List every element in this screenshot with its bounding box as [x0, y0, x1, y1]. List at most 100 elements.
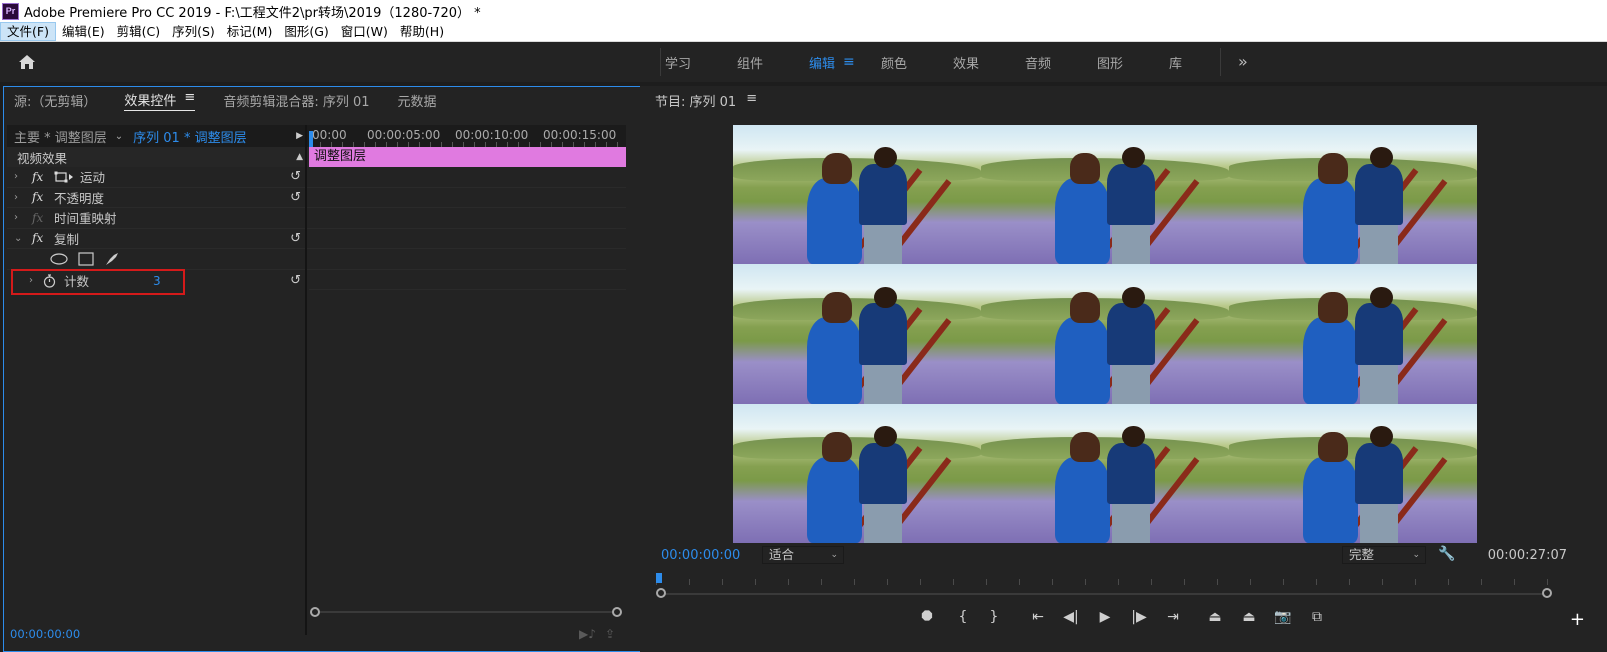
mark-out-icon[interactable]: } — [983, 609, 1005, 625]
hamburger-icon[interactable]: ≡ — [184, 90, 195, 109]
workspace-tab-audio[interactable]: 音频 — [1025, 53, 1097, 72]
tab-audio-clip-mixer[interactable]: 音频剪辑混合器: 序列 01 — [223, 91, 369, 110]
play-triangle-icon[interactable]: ▶ — [296, 131, 303, 141]
monitor-scrubber[interactable] — [656, 573, 1553, 598]
compare-view-icon[interactable]: ⧉ — [1306, 609, 1328, 625]
step-forward-icon[interactable]: |▶ — [1128, 609, 1150, 625]
resolution-select[interactable]: 完整 ⌄ — [1342, 546, 1426, 564]
clip-selector: 主要 * 调整图层 ⌄ 序列 01 * 调整图层 ▶ — [7, 125, 309, 147]
menu-graphics[interactable]: 图形(G) — [278, 22, 334, 41]
fx-icon[interactable]: fx — [32, 190, 54, 204]
effect-name: 复制 — [54, 231, 80, 247]
chevron-down-icon[interactable]: ⌄ — [115, 131, 123, 142]
fx-icon[interactable]: fx — [32, 170, 54, 184]
zoom-bar-left-handle[interactable] — [656, 588, 666, 598]
effect-row-time-remapping[interactable]: › fx 时间重映射 — [7, 208, 309, 229]
rectangle-mask-icon[interactable] — [78, 252, 94, 266]
ellipse-mask-icon[interactable] — [50, 253, 68, 265]
video-tile — [1229, 264, 1477, 404]
fx-icon[interactable]: fx — [32, 211, 54, 225]
mark-in-icon[interactable]: { — [952, 609, 974, 625]
video-tile — [1229, 403, 1477, 543]
video-tile — [981, 403, 1229, 543]
program-monitor-title[interactable]: 节目: 序列 01 — [655, 91, 736, 110]
more-workspaces-icon[interactable]: » — [1238, 52, 1248, 71]
reset-icon[interactable]: ↺ — [290, 231, 301, 246]
effect-row-motion[interactable]: › fx 运动 ↺ — [7, 167, 309, 188]
workspace-tab-graphics[interactable]: 图形 — [1097, 53, 1169, 72]
filter-audio-icon[interactable]: ▶♪ — [579, 627, 596, 641]
chevron-right-icon[interactable]: › — [14, 212, 24, 223]
tab-effect-controls-label: 效果控件 — [124, 93, 177, 109]
workspace-tab-assembly[interactable]: 组件 — [737, 53, 809, 72]
button-editor-plus-icon[interactable]: + — [1570, 609, 1585, 630]
ruler-time: 00:00:10:00 — [455, 128, 529, 142]
workspace-tab-editing[interactable]: 编辑 ≡ — [809, 53, 881, 72]
collapse-up-icon[interactable]: ▲ — [296, 152, 303, 162]
program-video-frame[interactable] — [733, 125, 1477, 543]
menu-clip[interactable]: 剪辑(C) — [111, 22, 166, 41]
extract-icon[interactable]: ⏏ — [1238, 609, 1260, 625]
mask-tools-row — [7, 249, 309, 270]
menu-bar: 文件(F) 编辑(E) 剪辑(C) 序列(S) 标记(M) 图形(G) 窗口(W… — [0, 22, 1607, 42]
menu-sequence[interactable]: 序列(S) — [166, 22, 221, 41]
pen-mask-icon[interactable] — [104, 251, 120, 267]
export-icon[interactable]: ⇪ — [605, 627, 615, 641]
effect-row-replicate[interactable]: ⌄ fx 复制 ↺ — [7, 229, 309, 249]
ruler-time: 00:00:05:00 — [367, 128, 441, 142]
chevron-right-icon[interactable]: › — [14, 192, 24, 203]
playhead-timecode[interactable]: 00:00:00:00 — [661, 548, 740, 563]
workspace-tab-editing-label: 编辑 — [809, 56, 836, 72]
play-icon[interactable]: ▶ — [1094, 609, 1116, 625]
go-to-in-icon[interactable]: ⇤ — [1027, 609, 1049, 625]
step-back-icon[interactable]: ◀| — [1060, 609, 1082, 625]
transform-icon[interactable] — [54, 171, 76, 183]
go-to-out-icon[interactable]: ⇥ — [1162, 609, 1184, 625]
workspace-tab-libraries[interactable]: 库 — [1169, 53, 1241, 72]
playhead[interactable] — [656, 573, 662, 583]
zoom-select[interactable]: 适合 ⌄ — [762, 546, 844, 564]
adjustment-layer-clip[interactable]: 调整图层 — [309, 147, 626, 167]
tab-effect-controls[interactable]: 效果控件 ≡ — [124, 90, 196, 111]
workspace-tab-learn[interactable]: 学习 — [665, 53, 737, 72]
effect-row-opacity[interactable]: › fx 不透明度 ↺ — [7, 188, 309, 208]
chevron-right-icon[interactable]: › — [14, 171, 24, 182]
workspace-separator-2 — [1220, 48, 1221, 76]
wrench-icon[interactable]: 🔧 — [1438, 546, 1455, 562]
scrollbar-right-handle[interactable] — [612, 607, 622, 617]
hamburger-icon[interactable]: ≡ — [746, 91, 757, 110]
effect-controls-panel: 源:（无剪辑） 效果控件 ≡ 音频剪辑混合器: 序列 01 元数据 主要 * 调整… — [3, 86, 650, 652]
lift-icon[interactable]: ⏏ — [1204, 609, 1226, 625]
tab-source[interactable]: 源:（无剪辑） — [14, 91, 96, 110]
effect-name: 运动 — [80, 170, 106, 186]
effect-name: 时间重映射 — [54, 211, 117, 227]
video-tile — [981, 264, 1229, 404]
reset-icon[interactable]: ↺ — [290, 169, 301, 184]
time-ruler[interactable]: 00:00 00:00:05:00 00:00:10:00 00:00:15:0… — [309, 125, 626, 147]
menu-edit[interactable]: 编辑(E) — [56, 22, 111, 41]
reset-icon[interactable]: ↺ — [290, 273, 301, 288]
reset-icon[interactable]: ↺ — [290, 190, 301, 205]
tab-metadata[interactable]: 元数据 — [398, 91, 437, 110]
menu-file[interactable]: 文件(F) — [0, 22, 56, 41]
sequence-clip-name[interactable]: 序列 01 * 调整图层 — [133, 127, 246, 146]
effect-controls-timecode[interactable]: 00:00:00:00 — [10, 627, 80, 641]
zoom-bar-right-handle[interactable] — [1542, 588, 1552, 598]
home-button[interactable] — [14, 50, 40, 74]
panel-divider[interactable] — [305, 125, 307, 635]
timeline-zoom-scrollbar[interactable] — [310, 606, 624, 618]
add-marker-icon[interactable]: ⯃ — [916, 609, 938, 625]
chevron-down-icon[interactable]: ⌄ — [14, 233, 24, 244]
camera-icon[interactable]: 📷 — [1272, 609, 1294, 625]
chevron-down-icon: ⌄ — [1412, 550, 1420, 560]
workspace-tab-effects[interactable]: 效果 — [953, 53, 1025, 72]
menu-help[interactable]: 帮助(H) — [394, 22, 450, 41]
menu-window[interactable]: 窗口(W) — [335, 22, 394, 41]
workspace-tab-color[interactable]: 颜色 — [881, 53, 953, 72]
playhead[interactable] — [309, 131, 313, 147]
master-clip-name[interactable]: 主要 * 调整图层 — [14, 127, 107, 146]
fx-icon[interactable]: fx — [32, 231, 54, 245]
scrollbar-left-handle[interactable] — [310, 607, 320, 617]
menu-markers[interactable]: 标记(M) — [221, 22, 279, 41]
hamburger-icon[interactable]: ≡ — [843, 54, 855, 70]
